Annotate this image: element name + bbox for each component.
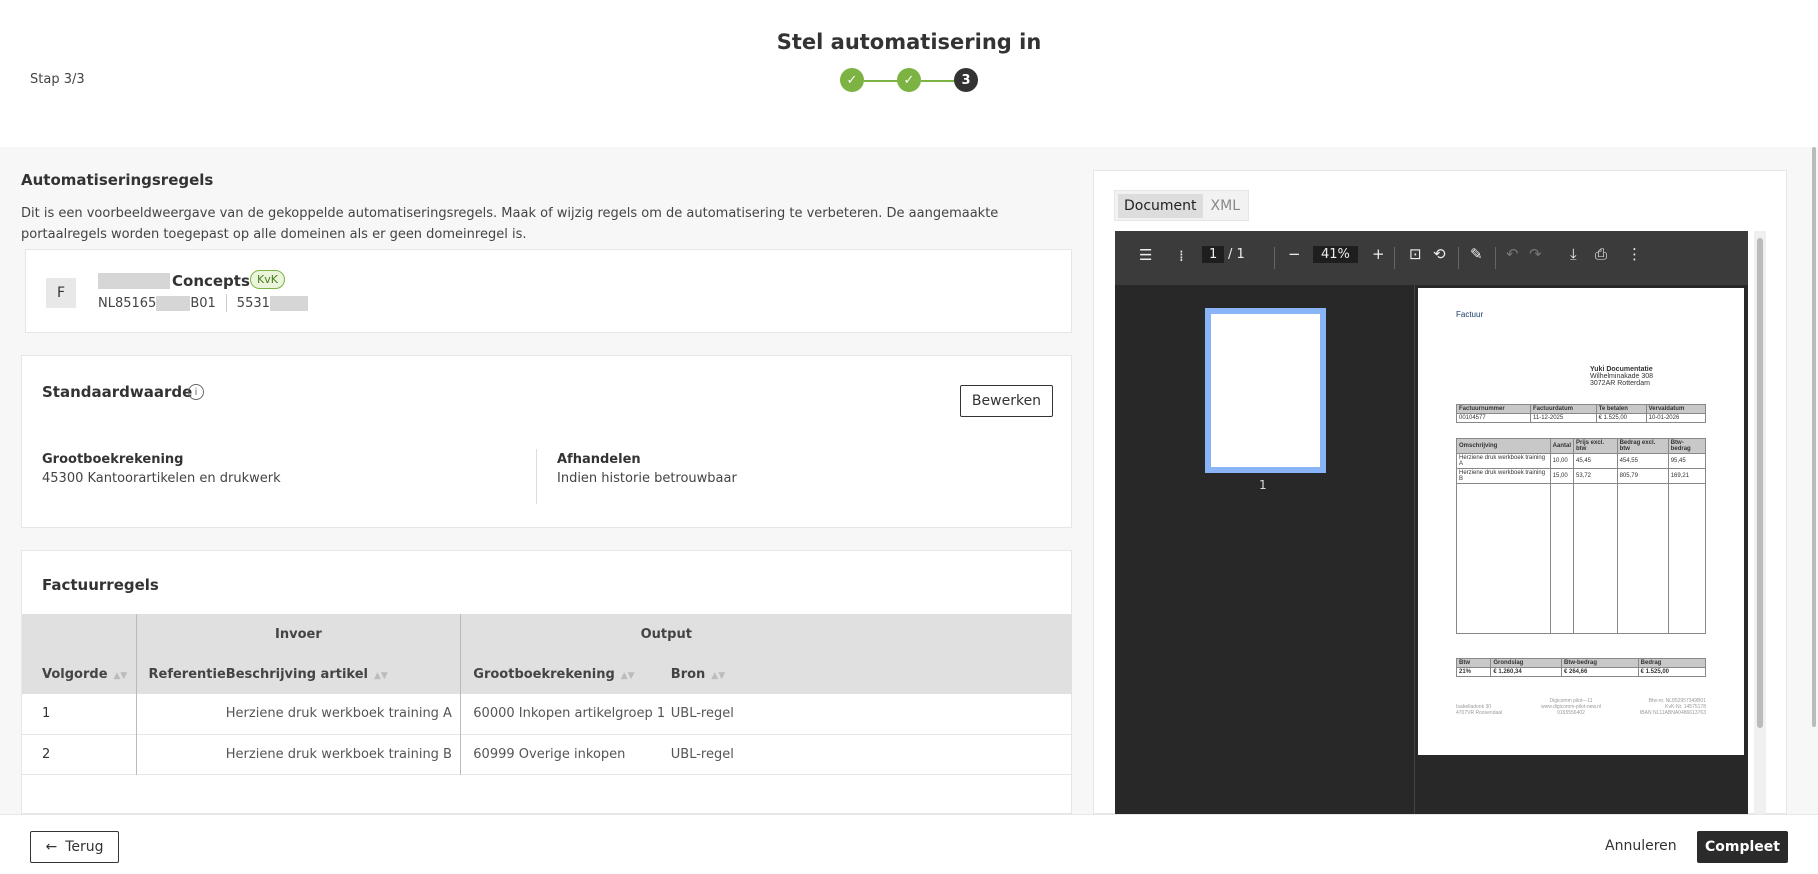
col-ledger[interactable]: Grootboekrekening ▲▼ [460, 654, 671, 694]
invoice-lines-title: Factuurregels [42, 576, 159, 594]
sort-icon: ▲▼ [620, 670, 635, 681]
zoom-out-icon[interactable]: − [1288, 245, 1301, 263]
cancel-button[interactable]: Annuleren [1605, 838, 1677, 854]
menu-icon[interactable]: ☰ [1139, 246, 1152, 264]
sort-icon: ▲▼ [711, 670, 726, 681]
rotate-icon[interactable]: ⟲ [1433, 245, 1446, 263]
invoice-lines-table: Invoer Output Volgorde ▲▼ Referentie Besc… [22, 614, 1072, 775]
fit-page-icon[interactable]: ⊡ [1409, 245, 1422, 263]
zoom-input[interactable]: 41% [1313, 246, 1358, 263]
sort-icon: ▲▼ [373, 670, 388, 681]
kvk-prefix: 5531 [236, 295, 270, 311]
group-input: Invoer [135, 614, 461, 654]
annotate-icon[interactable]: ✎ [1470, 245, 1483, 263]
table-row[interactable]: 1 Herziene druk werkboek training A 6000… [22, 694, 1072, 734]
group-output: Output [460, 614, 872, 654]
handling-label: Afhandelen [557, 452, 641, 467]
thumbnail-label: 1 [1259, 478, 1267, 492]
step-2-check-icon: ✓ [897, 68, 921, 92]
redacted-block [98, 273, 170, 289]
header: Stel automatisering in Stap 3/3 ✓ ✓ 3 [0, 0, 1818, 147]
ledger-value: 45300 Kantoorartikelen en drukwerk [42, 471, 281, 486]
redacted-block [156, 295, 191, 311]
vat-prefix: NL85165 [98, 295, 157, 311]
page-input[interactable]: 1 [1202, 246, 1225, 263]
page-scrollbar[interactable] [1812, 147, 1816, 727]
col-source[interactable]: Bron ▲▼ [671, 654, 1072, 694]
info-icon[interactable]: i [188, 384, 204, 400]
redo-icon[interactable]: ↷ [1529, 245, 1542, 263]
tab-xml[interactable]: XML [1207, 194, 1244, 218]
print-icon[interactable]: ⎙ [1595, 245, 1607, 263]
complete-button[interactable]: Compleet [1697, 831, 1788, 863]
rules-title: Automatiseringsregels [21, 171, 214, 189]
undo-icon[interactable]: ↶ [1506, 245, 1519, 263]
sort-icon: ▲▼ [113, 670, 128, 681]
table-row[interactable]: 2 Herziene druk werkboek training B 6099… [22, 734, 1072, 774]
handling-value: Indien historie betrouwbaar [557, 471, 737, 486]
rules-description: Dit is een voorbeeldweergave van de geko… [21, 206, 999, 242]
company-name: Concepts [172, 272, 250, 290]
page-thumbnail[interactable] [1205, 308, 1326, 473]
company-card: F Concepts KvK NL85165 B01 5531 [25, 249, 1072, 333]
tab-document[interactable]: Document [1118, 193, 1203, 218]
default-values-card: Standaardwaarde i Bewerken Grootboekreke… [21, 355, 1072, 528]
pdf-viewer: ☰ ⁞ 1 / 1 − 41% + ⊡ ⟲ ✎ ↶ ↷ ⤓ ⎙ ⋮ 1 Fact… [1115, 231, 1748, 815]
company-avatar: F [46, 278, 76, 308]
viewer-scrollbar[interactable] [1754, 231, 1766, 815]
col-reference: Referentie [135, 654, 226, 694]
pdf-page: Factuur Yuki Documentatie Wilhelminakade… [1418, 288, 1744, 755]
col-order[interactable]: Volgorde ▲▼ [22, 654, 136, 694]
ledger-label: Grootboekrekening [42, 452, 184, 467]
col-description[interactable]: Beschrijving artikel ▲▼ [226, 654, 461, 694]
step-1-check-icon: ✓ [840, 68, 864, 92]
pdf-toolbar: ☰ ⁞ 1 / 1 − 41% + ⊡ ⟲ ✎ ↶ ↷ ⤓ ⎙ ⋮ [1115, 231, 1748, 285]
step-indicator: Stap 3/3 [30, 72, 85, 87]
document-panel: Document XML ☰ ⁞ 1 / 1 − 41% + ⊡ ⟲ ✎ ↶ ↷… [1093, 170, 1787, 815]
more-icon[interactable]: ⋮ [1627, 245, 1642, 263]
arrow-left-icon: ← [45, 839, 58, 855]
invoice-lines-card: Factuurregels Invoer Output Volgorde ▲▼ R… [21, 550, 1072, 814]
step-3-current: 3 [954, 68, 978, 92]
viewer-tabs: Document XML [1114, 190, 1249, 221]
footer: ← Terug Annuleren Compleet [0, 814, 1818, 874]
zoom-in-icon[interactable]: + [1372, 245, 1385, 263]
page-total: / 1 [1228, 247, 1245, 262]
page-title: Stel automatisering in [776, 30, 1042, 54]
vat-suffix: B01 [190, 295, 216, 311]
kvk-badge: KvK [250, 270, 285, 289]
back-button[interactable]: ← Terug [30, 831, 119, 863]
default-values-title: Standaardwaarde [42, 383, 193, 401]
download-icon[interactable]: ⤓ [1570, 245, 1577, 263]
edit-button[interactable]: Bewerken [960, 385, 1053, 417]
redacted-block [269, 295, 308, 311]
